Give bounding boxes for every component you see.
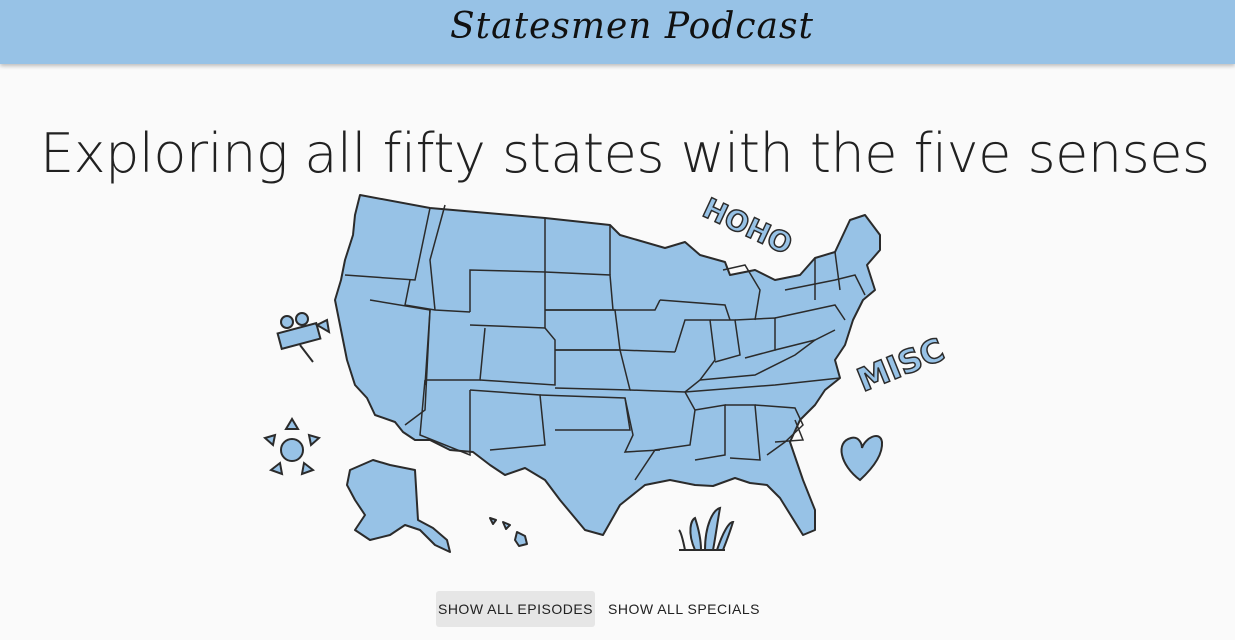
hawaii-shape[interactable] [489,517,528,547]
show-all-specials-button[interactable]: SHOW ALL SPECIALS [604,591,764,627]
site-logo-title[interactable]: Statesmen Podcast [450,6,814,47]
misc-label: MISC [852,330,950,399]
heart-icon[interactable] [840,435,884,482]
hoho-decoration[interactable]: HOHO [697,191,798,262]
top-app-bar: Statesmen Podcast [0,0,1235,64]
show-all-episodes-button[interactable]: SHOW ALL EPISODES [436,591,595,627]
grass-icon[interactable] [678,506,735,551]
misc-decoration[interactable]: MISC [851,330,950,401]
camera-icon[interactable] [276,312,331,363]
hoho-label: HOHO [698,191,798,261]
page-headline: Exploring all fifty states with the five… [40,122,1210,186]
sun-icon[interactable] [262,417,322,476]
alaska-shape[interactable] [346,459,451,553]
us-states-map[interactable]: HOHO MISC [255,180,955,570]
